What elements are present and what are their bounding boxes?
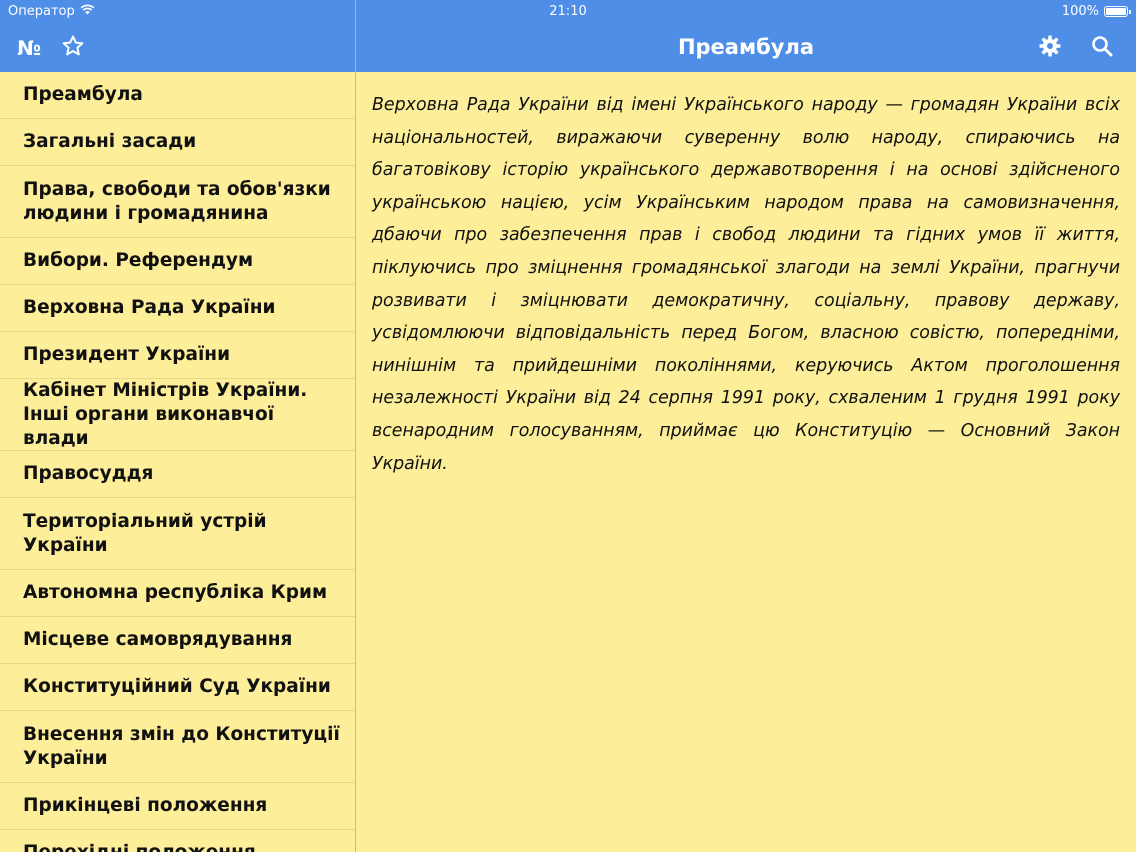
star-outline-icon [61, 34, 85, 62]
battery-percent: 100% [1061, 4, 1099, 19]
sidebar-item-label: Перехідні положення [23, 841, 256, 852]
sidebar-item-label: Верховна Рада України [23, 297, 276, 318]
sidebar-item[interactable]: Перехідні положення [0, 830, 355, 852]
sidebar-item[interactable]: Загальні засади [0, 119, 355, 166]
sidebar-nav-bar: № [0, 24, 355, 72]
sidebar-item-label: Прикінцеві положення [23, 795, 268, 816]
sidebar-item-label: Президент України [23, 344, 231, 365]
search-button[interactable] [1084, 32, 1120, 64]
sidebar-item[interactable]: Преамбула [0, 72, 355, 119]
main-nav-bar: Преамбула [356, 24, 1136, 72]
sidebar-item-label: Автономна республіка Крим [23, 582, 328, 603]
sidebar-item-label: Правосуддя [23, 463, 154, 484]
settings-button[interactable] [1032, 32, 1068, 64]
sidebar-item-label: Права, свободи та обов'язки людини і гро… [23, 178, 331, 224]
sidebar-item[interactable]: Місцеве самоврядування [0, 617, 355, 664]
battery-tip [1129, 10, 1131, 14]
sidebar-item-label: Кабінет Міністрів України. Інші органи в… [23, 379, 308, 449]
preamble-text: Верховна Рада України від імені Українсь… [372, 95, 1120, 474]
battery-level [1106, 8, 1126, 15]
top-bar: Оператор 21:10 100% № Преамбула [0, 0, 1136, 72]
sidebar-item[interactable]: Кабінет Міністрів України. Інші органи в… [0, 379, 355, 451]
sidebar-item[interactable]: Президент України [0, 332, 355, 379]
sidebar-item[interactable]: Автономна республіка Крим [0, 570, 355, 617]
toc-list: Преамбула Загальні засади Права, свободи т… [0, 72, 355, 852]
sidebar-item[interactable]: Вибори. Референдум [0, 238, 355, 285]
search-icon [1090, 34, 1114, 62]
sidebar-item-label: Місцеве самоврядування [23, 629, 293, 650]
sidebar-item[interactable]: Права, свободи та обов'язки людини і гро… [0, 166, 355, 238]
sidebar-item-label: Вибори. Референдум [23, 250, 254, 271]
status-time: 21:10 [549, 4, 587, 19]
gear-icon [1038, 34, 1062, 62]
favorites-button[interactable] [55, 32, 91, 64]
sidebar-item-label: Преамбула [23, 84, 143, 105]
battery-icon [1104, 6, 1131, 17]
sidebar-item-label: Внесення змін до Конституції України [23, 723, 340, 769]
sidebar-item[interactable]: Прикінцеві положення [0, 783, 355, 830]
sidebar-item[interactable]: Конституційний Суд України [0, 664, 355, 711]
sidebar-item-label: Конституційний Суд України [23, 676, 331, 697]
numbering-button[interactable]: № [11, 32, 47, 64]
table-of-contents: Преамбула Загальні засади Права, свободи т… [0, 72, 355, 852]
sidebar-item[interactable]: Правосуддя [0, 451, 355, 498]
sidebar-item-label: Територіальний устрій України [23, 510, 267, 556]
page-title: Преамбула [677, 35, 815, 59]
sidebar-item[interactable]: Верховна Рада України [0, 285, 355, 332]
status-right: 100% [1061, 4, 1131, 19]
sidebar-item[interactable]: Територіальний устрій України [0, 498, 355, 570]
sidebar-item-label: Загальні засади [23, 131, 197, 152]
sidebar-item[interactable]: Внесення змін до Конституції України [0, 711, 355, 783]
status-bar: Оператор 21:10 100% [0, 0, 1136, 24]
article-content[interactable]: Верховна Рада України від імені Українсь… [356, 72, 1136, 852]
